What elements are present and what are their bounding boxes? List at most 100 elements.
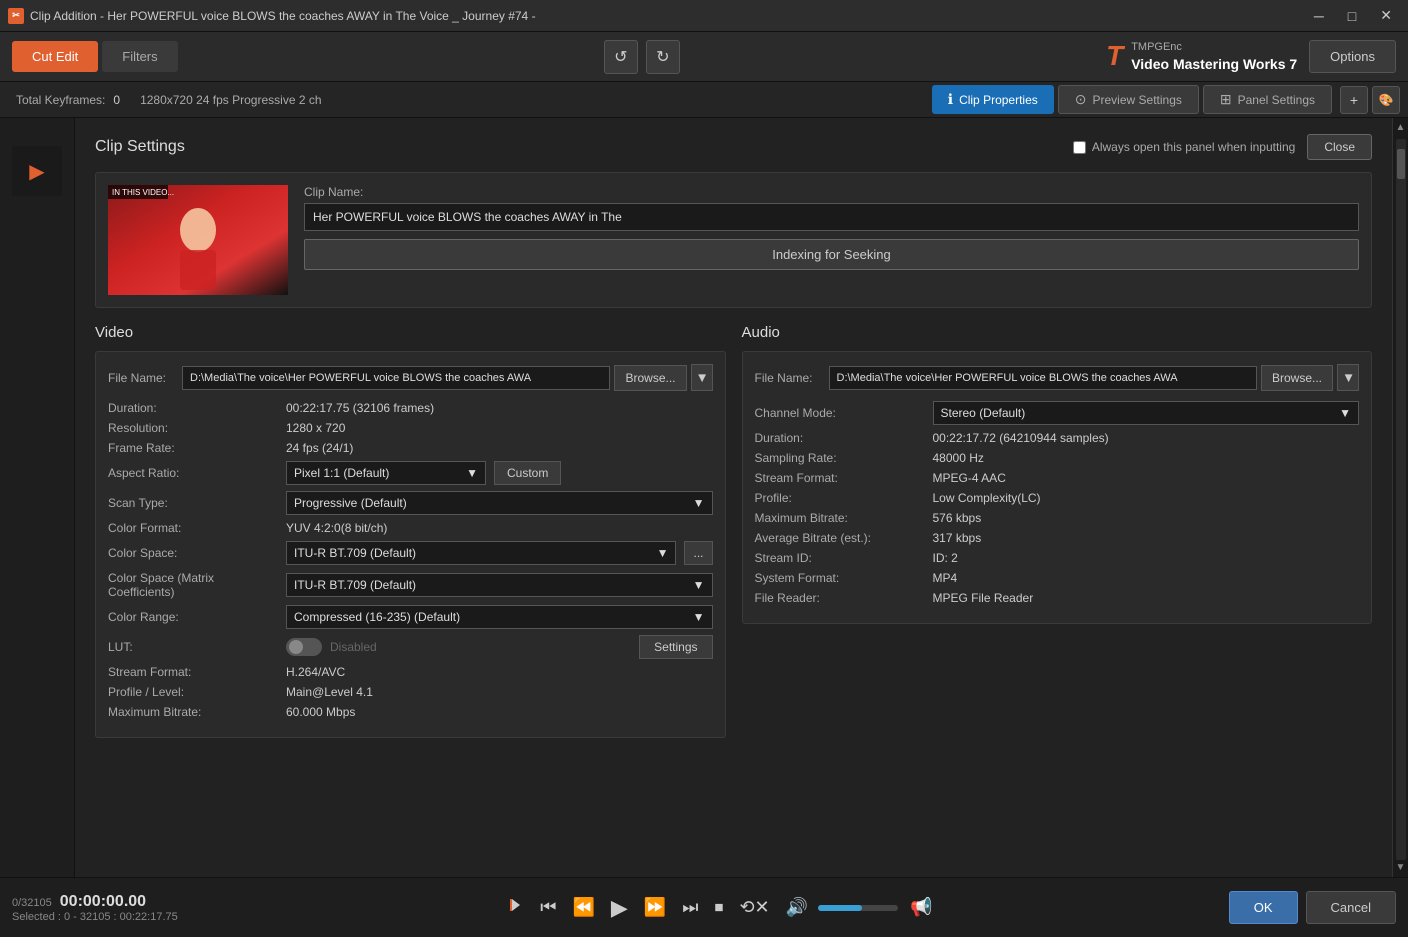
undo-button[interactable]: ↺ xyxy=(604,40,638,74)
playback-right: OK Cancel xyxy=(1229,891,1396,924)
maximize-button[interactable]: □ xyxy=(1340,5,1364,26)
video-color-range-dropdown[interactable]: Compressed (16-235) (Default) ▼ xyxy=(286,605,713,629)
audio-file-reader-row: File Reader: MPEG File Reader xyxy=(755,591,1360,605)
content-area: Clip Settings Always open this panel whe… xyxy=(75,118,1392,877)
timecode: 00:00:00.00 xyxy=(60,893,146,911)
video-color-space-matrix-dropdown[interactable]: ITU-R BT.709 (Default) ▼ xyxy=(286,573,713,597)
toggle-knob xyxy=(289,640,303,654)
audio-file-input[interactable]: D:\Media\The voice\Her POWERFUL voice BL… xyxy=(829,366,1257,390)
step-forward-button[interactable]: ⏩ xyxy=(640,893,670,922)
video-color-space-ellipsis[interactable]: ... xyxy=(684,541,712,565)
audio-stream-id-label: Stream ID: xyxy=(755,551,925,565)
lut-disabled-text: Disabled xyxy=(330,640,377,654)
scroll-up-button[interactable]: ▲ xyxy=(1396,122,1406,133)
clip-name-input[interactable] xyxy=(304,203,1359,231)
cut-edit-tab[interactable]: Cut Edit xyxy=(12,41,98,72)
volume-slider[interactable] xyxy=(818,905,898,911)
audio-sampling-rate-label: Sampling Rate: xyxy=(755,451,925,465)
close-button[interactable]: Close xyxy=(1307,134,1372,160)
video-color-format-value: YUV 4:2:0(8 bit/ch) xyxy=(286,521,387,535)
play-button[interactable]: ▶ xyxy=(607,891,632,925)
options-button[interactable]: Options xyxy=(1309,40,1396,73)
frame-counter: 0/32105 xyxy=(12,897,52,909)
mark-in-button[interactable] xyxy=(504,893,528,922)
always-open-label[interactable]: Always open this panel when inputting xyxy=(1073,140,1295,154)
audio-stream-id-row: Stream ID: ID: 2 xyxy=(755,551,1360,565)
scroll-thumb[interactable] xyxy=(1397,149,1405,179)
volume-button[interactable]: 🔊 xyxy=(782,893,812,922)
stop-button[interactable]: ⏹ xyxy=(710,893,727,922)
video-frame-rate-label: Frame Rate: xyxy=(108,441,278,455)
video-profile-level-row: Profile / Level: Main@Level 4.1 xyxy=(108,685,713,699)
audio-channel-mode-dropdown[interactable]: Stereo (Default) ▼ xyxy=(933,401,1360,425)
audio-profile-value: Low Complexity(LC) xyxy=(933,491,1041,505)
ok-button[interactable]: OK xyxy=(1229,891,1298,924)
scroll-down-button[interactable]: ▼ xyxy=(1396,862,1406,873)
clip-name-label: Clip Name: xyxy=(304,185,1359,199)
audio-stream-format-value: MPEG-4 AAC xyxy=(933,471,1006,485)
video-duration-label: Duration: xyxy=(108,401,278,415)
audio-sampling-rate-value: 48000 Hz xyxy=(933,451,984,465)
clip-thumbnail: IN THIS VIDEO... xyxy=(108,185,288,295)
brand-name-top: TMPGEnc xyxy=(1131,40,1297,54)
video-aspect-ratio-label: Aspect Ratio: xyxy=(108,466,278,480)
video-browse-button[interactable]: Browse... xyxy=(614,365,686,391)
audio-file-label: File Name: xyxy=(755,371,825,385)
rewind-button[interactable]: ⏮ xyxy=(536,893,560,922)
close-button[interactable]: ✕ xyxy=(1372,5,1400,26)
audio-file-row: File Name: D:\Media\The voice\Her POWERF… xyxy=(755,364,1360,391)
video-color-space-dropdown[interactable]: ITU-R BT.709 (Default) ▼ xyxy=(286,541,676,565)
toolbar: Cut Edit Filters ↺ ↻ T TMPGEnc Video Mas… xyxy=(0,32,1408,82)
video-lut-toggle[interactable] xyxy=(286,638,322,656)
app-icon: ✂ xyxy=(8,8,24,24)
video-file-input[interactable]: D:\Media\The voice\Her POWERFUL voice BL… xyxy=(182,366,610,390)
playback-controls: ⏮ ⏪ ▶ ⏩ ⏭ ⏹ ⟲✕ 🔊 📢 xyxy=(224,891,1217,925)
panel-settings-tab[interactable]: ⊞ Panel Settings xyxy=(1203,85,1332,114)
audio-stream-format-row: Stream Format: MPEG-4 AAC xyxy=(755,471,1360,485)
video-browse-dropdown[interactable]: ▼ xyxy=(691,364,713,391)
redo-button[interactable]: ↻ xyxy=(646,40,680,74)
video-color-space-matrix-row: Color Space (Matrix Coefficients) ITU-R … xyxy=(108,571,713,599)
video-color-range-row: Color Range: Compressed (16-235) (Defaul… xyxy=(108,605,713,629)
video-max-bitrate-row: Maximum Bitrate: 60.000 Mbps xyxy=(108,705,713,719)
brand-logo: T TMPGEnc Video Mastering Works 7 xyxy=(1106,40,1297,72)
volume-area: 🔊 xyxy=(782,893,898,922)
audio-browse-dropdown[interactable]: ▼ xyxy=(1337,364,1359,391)
always-open-checkbox[interactable] xyxy=(1073,141,1086,154)
audio-file-reader-value: MPEG File Reader xyxy=(933,591,1034,605)
loop-button[interactable]: ⟲✕ xyxy=(735,893,773,922)
cancel-button[interactable]: Cancel xyxy=(1306,891,1396,924)
video-lut-settings-button[interactable]: Settings xyxy=(639,635,712,659)
info-bar: Total Keyframes: 0 1280x720 24 fps Progr… xyxy=(0,82,1408,118)
clip-properties-tab[interactable]: ℹ Clip Properties xyxy=(932,85,1054,114)
video-lut-toggle-container: Disabled xyxy=(286,638,377,656)
audio-file-reader-label: File Reader: xyxy=(755,591,925,605)
clip-name-section: IN THIS VIDEO... Clip Name: Indexing for… xyxy=(95,172,1372,308)
video-color-range-label: Color Range: xyxy=(108,610,278,624)
audio-sampling-rate-row: Sampling Rate: 48000 Hz xyxy=(755,451,1360,465)
audio-title: Audio xyxy=(742,324,1373,341)
video-aspect-ratio-dropdown[interactable]: Pixel 1:1 (Default) ▼ xyxy=(286,461,486,485)
playback-info: 0/32105 00:00:00.00 Selected : 0 - 32105… xyxy=(12,893,212,923)
audio-out-button[interactable]: 📢 xyxy=(906,893,936,922)
video-custom-button[interactable]: Custom xyxy=(494,461,561,485)
sidebar-play-marker[interactable]: ▶ xyxy=(12,146,62,196)
audio-avg-bitrate-value: 317 kbps xyxy=(933,531,982,545)
color-button[interactable]: 🎨 xyxy=(1372,86,1400,114)
add-button[interactable]: + xyxy=(1340,86,1368,114)
audio-browse-button[interactable]: Browse... xyxy=(1261,365,1333,391)
audio-max-bitrate-row: Maximum Bitrate: 576 kbps xyxy=(755,511,1360,525)
preview-settings-tab[interactable]: ⊙ Preview Settings xyxy=(1058,85,1199,114)
video-scan-type-dropdown[interactable]: Progressive (Default) ▼ xyxy=(286,491,713,515)
video-max-bitrate-label: Maximum Bitrate: xyxy=(108,705,278,719)
audio-section: Audio File Name: D:\Media\The voice\Her … xyxy=(742,324,1373,738)
minimize-button[interactable]: ─ xyxy=(1306,5,1332,26)
filters-tab[interactable]: Filters xyxy=(102,41,177,72)
fast-forward-button[interactable]: ⏭ xyxy=(678,893,702,922)
window-title: Clip Addition - Her POWERFUL voice BLOWS… xyxy=(30,9,536,23)
audio-profile-label: Profile: xyxy=(755,491,925,505)
thumbnail-image: IN THIS VIDEO... xyxy=(108,185,288,295)
indexing-button[interactable]: Indexing for Seeking xyxy=(304,239,1359,270)
step-back-button[interactable]: ⏪ xyxy=(568,893,598,922)
right-scrollbar[interactable]: ▲ ▼ xyxy=(1392,118,1408,877)
